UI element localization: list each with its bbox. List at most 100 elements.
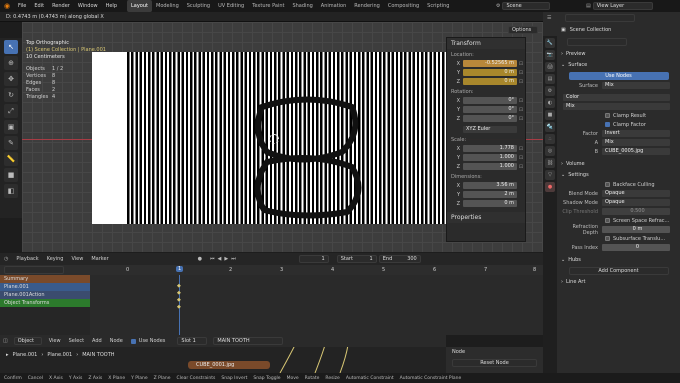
tab-shading[interactable]: Shading: [288, 0, 316, 12]
render-tab-icon[interactable]: 📷: [545, 50, 555, 60]
move-tool-icon[interactable]: ✥: [4, 72, 18, 86]
lock-icon[interactable]: ⊡: [517, 70, 525, 76]
channel-summary[interactable]: Summary: [0, 275, 90, 283]
volume-section[interactable]: › Volume: [557, 158, 680, 169]
clip-threshold-field[interactable]: 0.500: [602, 208, 670, 215]
scene-selector[interactable]: ⚙ Scene: [496, 2, 551, 10]
measure-tool-icon[interactable]: 📏: [4, 152, 18, 166]
rotation-z-field[interactable]: 0°: [463, 115, 517, 122]
end-frame-field[interactable]: End 300: [378, 255, 421, 263]
channel-transforms[interactable]: Object Transforms: [0, 299, 90, 307]
menu-help[interactable]: Help: [102, 0, 121, 12]
view-layer-tab-icon[interactable]: ▤: [545, 74, 555, 84]
properties-search-input[interactable]: [567, 38, 627, 46]
tab-animation[interactable]: Animation: [317, 0, 351, 12]
dimensions-y-field[interactable]: 2 m: [463, 191, 517, 198]
modifier-tab-icon[interactable]: 🔩: [545, 122, 555, 132]
scene-collection-row[interactable]: ▣ Scene Collection: [543, 24, 680, 36]
node-menu-add[interactable]: Add: [88, 338, 106, 344]
start-frame-field[interactable]: Start 1: [336, 255, 377, 263]
tab-uv-editing[interactable]: UV Editing: [214, 0, 248, 12]
outliner-search-input[interactable]: [565, 14, 636, 22]
timeline-ruler[interactable]: 0 1 2 3 4 5 6 7 8: [0, 265, 543, 275]
playback-controls-icon[interactable]: ⏮◀▶⏭: [210, 256, 239, 262]
world-tab-icon[interactable]: ◐: [545, 98, 555, 108]
dimensions-z-field[interactable]: 0 m: [463, 200, 517, 207]
lock-icon[interactable]: ⊡: [517, 164, 525, 170]
refraction-depth-field[interactable]: 0 m: [602, 226, 670, 233]
material-tab-icon[interactable]: ●: [545, 182, 555, 192]
cursor-tool-icon[interactable]: ⊕: [4, 56, 18, 70]
tab-scripting[interactable]: Scripting: [423, 0, 453, 12]
clamp-result-row[interactable]: Clamp Result: [557, 111, 680, 120]
playback-menu[interactable]: Playback: [12, 256, 42, 262]
scene-tab-icon[interactable]: ⚙: [545, 86, 555, 96]
node-editor-type-icon[interactable]: ◫: [0, 338, 11, 344]
channel-search-input[interactable]: [4, 266, 64, 274]
blender-logo-icon[interactable]: ◉: [0, 2, 14, 10]
location-x-field[interactable]: -0.52565 m: [463, 60, 517, 67]
surface-shader-field[interactable]: Mix: [602, 82, 670, 89]
scale-tool-icon[interactable]: ⤢: [4, 104, 18, 118]
use-nodes-button[interactable]: Use Nodes: [568, 71, 669, 80]
object-mode-dropdown[interactable]: Object: [13, 337, 42, 345]
menu-window[interactable]: Window: [74, 0, 102, 12]
properties-panel-header[interactable]: Properties: [447, 212, 525, 223]
rotate-tool-icon[interactable]: ↻: [4, 88, 18, 102]
scene-field[interactable]: Scene: [502, 2, 551, 10]
add-component-button[interactable]: Add Component: [568, 266, 669, 275]
tab-layout[interactable]: Layout: [127, 0, 152, 12]
view-layer-selector[interactable]: ▤ View Layer: [586, 2, 653, 10]
rotation-mode-dropdown[interactable]: XYZ Euler: [463, 126, 517, 133]
location-y-field[interactable]: 0 m: [463, 69, 517, 76]
tab-texture-paint[interactable]: Texture Paint: [248, 0, 288, 12]
constraints-tab-icon[interactable]: ⛓: [545, 158, 555, 168]
transform-panel-header[interactable]: Transform: [447, 38, 525, 49]
dimensions-x-field[interactable]: 3.56 m: [463, 182, 517, 189]
scale-y-field[interactable]: 1.000: [463, 154, 517, 161]
lock-icon[interactable]: ⊡: [517, 107, 525, 113]
lock-icon[interactable]: ⊡: [517, 79, 525, 85]
annotate-tool-icon[interactable]: ✎: [4, 136, 18, 150]
menu-edit[interactable]: Edit: [30, 0, 48, 12]
rotation-x-field[interactable]: 0°: [463, 97, 517, 104]
lock-icon[interactable]: ⊡: [517, 61, 525, 67]
material-field[interactable]: MAIN TOOTH: [213, 337, 284, 345]
node-menu-view[interactable]: View: [45, 338, 65, 344]
slot-dropdown[interactable]: Slot 1: [177, 337, 208, 345]
surface-section[interactable]: ⌄ Surface: [557, 59, 680, 70]
tab-compositing[interactable]: Compositing: [384, 0, 423, 12]
location-z-field[interactable]: 0 m: [463, 78, 517, 85]
object-tab-icon[interactable]: ■: [545, 110, 555, 120]
factor-field[interactable]: Invert: [602, 130, 670, 137]
shadow-mode-dropdown[interactable]: Opaque: [602, 199, 670, 206]
lock-icon[interactable]: ⊡: [517, 155, 525, 161]
channel-object[interactable]: Plane.001: [0, 283, 90, 291]
color-dropdown[interactable]: Color: [563, 94, 670, 101]
blend-mode-dropdown[interactable]: Opaque: [602, 190, 670, 197]
scale-x-field[interactable]: 1.778: [463, 145, 517, 152]
view-layer-field[interactable]: View Layer: [592, 2, 653, 10]
keyframes-column[interactable]: ◆ ◆ ◆ ◆: [177, 283, 181, 311]
menu-render[interactable]: Render: [48, 0, 74, 12]
image-texture-node[interactable]: CUBE_0001.jpg: [188, 361, 270, 369]
3d-cursor-icon[interactable]: [269, 134, 279, 144]
clamp-factor-row[interactable]: Clamp Factor: [557, 120, 680, 129]
menu-file[interactable]: File: [14, 0, 30, 12]
mix-dropdown[interactable]: Mix: [563, 103, 670, 110]
settings-section[interactable]: ⌄ Settings: [557, 169, 680, 180]
view-menu[interactable]: View: [67, 256, 87, 262]
options-dropdown[interactable]: Options: [508, 26, 538, 34]
keying-menu[interactable]: Keying: [43, 256, 68, 262]
line-art-section[interactable]: › Line Art: [557, 276, 680, 287]
tab-rendering[interactable]: Rendering: [350, 0, 384, 12]
add-object-tool-icon[interactable]: ◧: [4, 184, 18, 198]
tab-modeling[interactable]: Modeling: [152, 0, 183, 12]
playhead-frame[interactable]: 1: [176, 266, 184, 272]
particles-tab-icon[interactable]: ∴: [545, 134, 555, 144]
channel-action[interactable]: Plane.001Action: [0, 291, 90, 299]
scale-z-field[interactable]: 1.000: [463, 163, 517, 170]
marker-menu[interactable]: Marker: [87, 256, 112, 262]
current-frame-field[interactable]: 1: [298, 255, 329, 263]
lock-icon[interactable]: ⊡: [517, 146, 525, 152]
